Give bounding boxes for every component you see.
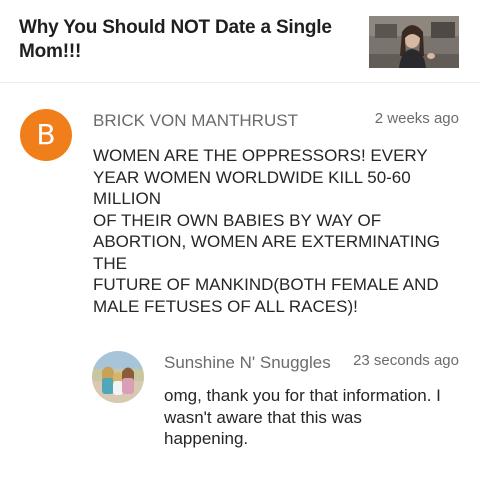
comment-line: WOMEN ARE THE OPPRESSORS! EVERY bbox=[93, 146, 428, 165]
video-title[interactable]: Why You Should NOT Date a Single Mom!!! bbox=[19, 16, 349, 64]
video-header: Why You Should NOT Date a Single Mom!!! bbox=[0, 0, 480, 82]
comment-line: YEAR WOMEN WORLDWIDE KILL 50-60 bbox=[93, 167, 411, 187]
header-divider bbox=[0, 82, 480, 83]
comment-timestamp: 2 weeks ago bbox=[374, 110, 459, 127]
reply-line: happening. bbox=[164, 429, 249, 448]
comment-body: WOMEN ARE THE OPPRESSORS! EVERY YEAR WOM… bbox=[93, 145, 440, 317]
comment-author[interactable]: BRICK VON MANTHRUST bbox=[93, 111, 298, 131]
comment-line: ABORTION, WOMEN ARE EXTERMINATING bbox=[93, 232, 440, 251]
reply-timestamp: 23 seconds ago bbox=[353, 352, 459, 369]
comment-line: MILLION bbox=[93, 189, 162, 208]
reply-line: wasn't aware that this was bbox=[164, 407, 362, 427]
avatar[interactable]: B bbox=[20, 109, 72, 161]
reply-line: omg, thank you for that information. I bbox=[164, 386, 441, 405]
thumbnail-image bbox=[369, 16, 459, 68]
video-thumbnail[interactable] bbox=[369, 16, 459, 68]
comment-line: OF THEIR OWN BABIES BY WAY OF bbox=[93, 210, 382, 230]
avatar-photo-image bbox=[92, 351, 144, 403]
reply-author[interactable]: Sunshine N' Snuggles bbox=[164, 353, 331, 373]
comment-line: MALE FETUSES OF ALL RACES)! bbox=[93, 296, 358, 316]
comment-line: FUTURE OF MANKIND(BOTH FEMALE AND bbox=[93, 275, 439, 294]
reply-body: omg, thank you for that information. I w… bbox=[164, 385, 441, 450]
avatar[interactable] bbox=[92, 351, 144, 403]
comment-line: THE bbox=[93, 253, 127, 273]
